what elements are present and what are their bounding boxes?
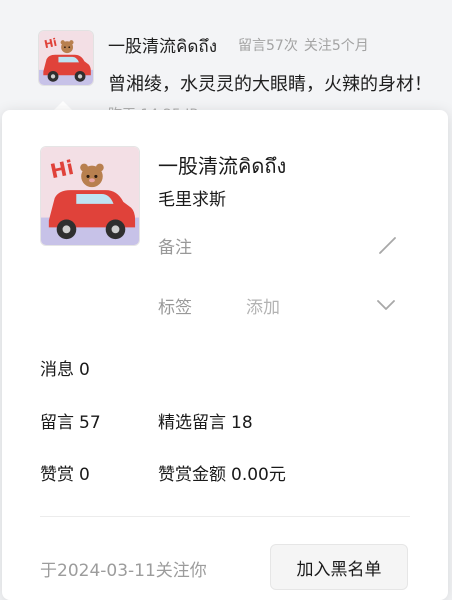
profile-location: 毛里求斯 [158,190,226,210]
profile-avatar: Hi [40,146,140,246]
stat-comments: 留言 57 [40,408,101,433]
follow-duration: 关注5个月 [303,38,369,54]
stat-comments-value: 57 [79,413,101,433]
stat-reward-amount-label: 赞赏金额 [158,465,226,485]
stat-messages-label: 消息 [40,360,74,380]
remark-field[interactable]: 备注 [158,233,192,258]
stat-rewards-value: 0 [79,465,90,485]
stat-featured-value: 18 [231,413,253,433]
stat-featured-comments: 精选留言 18 [158,408,253,433]
tag-label: 标签 [158,298,192,318]
stat-reward-amount-value: 0.00元 [231,465,286,485]
comment-author-name[interactable]: 一股清流คิดถึง [108,32,217,60]
pencil-icon[interactable] [376,232,400,256]
profile-name: 一股清流คิดถึง [158,154,287,178]
stat-comments-label: 留言 [40,413,74,433]
comment-count: 留言57次 [238,38,298,54]
add-to-blacklist-button[interactable]: 加入黑名单 [270,544,408,590]
follow-since-text: 于2024-03-11关注你 [40,561,207,581]
card-divider [40,516,410,517]
svg-text:Hi: Hi [48,156,75,183]
stat-messages: 消息 0 [40,355,90,380]
chevron-down-icon[interactable] [375,294,397,316]
comment-text: 曾湘绫，水灵灵的大眼睛，火辣的身材！ [108,74,432,95]
comment-author-meta: 留言57次 关注5个月 [238,35,369,55]
comment-author-avatar[interactable]: Hi [38,30,94,86]
stat-featured-label: 精选留言 [158,413,226,433]
stat-messages-value: 0 [79,360,90,380]
car-bear-avatar-icon: Hi [39,31,93,85]
stat-rewards: 赞赏 0 [40,460,90,485]
car-bear-avatar-icon: Hi [41,147,139,245]
user-profile-card: Hi 一股清流คิดถึง 毛里求斯 备注 标签 添加 消息 0 留言 57 精选 [2,110,448,600]
svg-text:Hi: Hi [43,36,58,51]
stat-reward-amount: 赞赏金额 0.00元 [158,460,286,485]
tag-add-field[interactable]: 添加 [246,293,280,318]
stat-rewards-label: 赞赏 [40,465,74,485]
